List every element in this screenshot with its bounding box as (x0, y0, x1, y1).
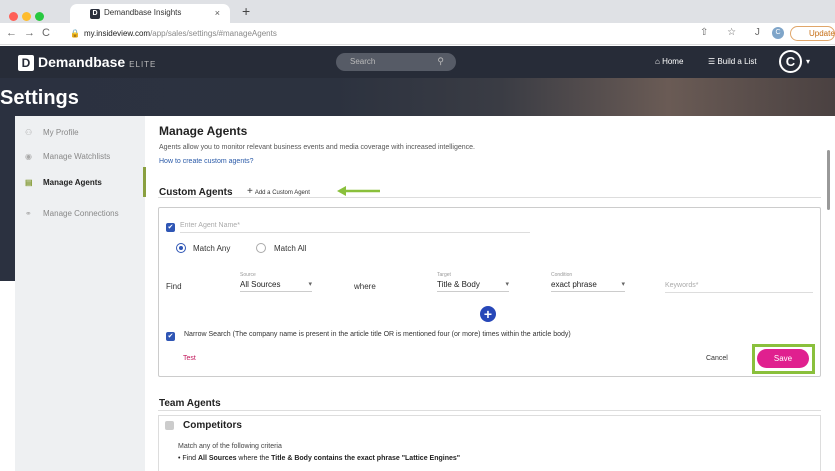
scrollbar[interactable] (827, 150, 830, 210)
match-any-radio[interactable] (176, 243, 186, 253)
bullet: • (178, 455, 181, 462)
agents-icon: ▤ (25, 178, 33, 187)
team-agent-name: Competitors (183, 420, 242, 431)
condition-label: Condition (551, 272, 573, 278)
cancel-button[interactable]: Cancel (706, 355, 728, 362)
chevron-down-icon[interactable]: ▾ (806, 57, 810, 66)
new-tab-icon[interactable]: + (242, 3, 250, 19)
logo-mark-icon: D (18, 55, 34, 71)
condition-select[interactable]: exact phrase ▾ (551, 280, 625, 292)
user-avatar[interactable]: C (779, 50, 802, 73)
green-arrow-icon (337, 186, 380, 196)
add-criteria-button[interactable]: + (480, 306, 496, 322)
sidebar-item-manage-connections[interactable]: ⚭ Manage Connections (25, 209, 119, 218)
close-window-dot[interactable] (9, 12, 18, 21)
browser-profile-icon[interactable]: C (772, 27, 784, 39)
logo-text: Demandbase (38, 54, 126, 70)
howto-link[interactable]: How to create custom agents? (159, 158, 254, 165)
search-placeholder: Search (350, 57, 376, 66)
url-domain: my.insideview.com (83, 29, 151, 38)
agent-name-input[interactable]: Enter Agent Name* (180, 222, 530, 233)
demandbase-favicon-icon: D (90, 9, 100, 19)
add-custom-agent-button[interactable]: + Add a Custom Agent (247, 186, 310, 197)
narrow-search-label: Narrow Search (The company name is prese… (184, 331, 571, 338)
source-select[interactable]: All Sources ▾ (240, 280, 312, 292)
find-label: Find (166, 282, 182, 291)
criteria-intro: Match any of the following criteria (178, 443, 282, 450)
match-any-label: Match Any (193, 244, 231, 253)
list-icon: ☰ (708, 57, 716, 66)
browser-tab-bar: D Demandbase Insights × + (0, 0, 835, 23)
forward-icon[interactable]: → (24, 27, 35, 39)
agent-enabled-checkbox[interactable]: ✔ (166, 223, 175, 232)
home-icon: ⌂ (655, 57, 660, 66)
target-select[interactable]: Title & Body ▾ (437, 280, 509, 292)
match-all-radio[interactable] (256, 243, 266, 253)
target-label: Target (437, 272, 451, 278)
page-title: Settings (0, 87, 79, 109)
demandbase-logo[interactable]: D Demandbase ELITE (18, 54, 156, 71)
home-link[interactable]: ⌂ Home (655, 57, 683, 66)
user-gear-icon: ⚇ (25, 128, 33, 137)
sidebar-item-manage-agents[interactable]: ▤ Manage Agents (25, 178, 102, 187)
sidebar-item-my-profile[interactable]: ⚇ My Profile (25, 128, 79, 137)
back-icon[interactable]: ← (6, 27, 17, 39)
divider (158, 410, 821, 411)
logo-edition: ELITE (129, 60, 157, 69)
match-all-label: Match All (274, 244, 307, 253)
chevron-down-icon: ▾ (621, 281, 625, 288)
connections-icon: ⚭ (25, 209, 32, 218)
update-button[interactable]: Update (790, 26, 835, 41)
browser-tab[interactable]: D Demandbase Insights × (70, 4, 230, 23)
source-label: Source (240, 272, 256, 278)
reload-icon[interactable]: C (42, 27, 50, 39)
criteria-rule: • Find All Sources where the Title & Bod… (178, 455, 461, 462)
team-agent-checkbox[interactable] (165, 421, 174, 430)
section-description: Agents allow you to monitor relevant bus… (159, 144, 475, 151)
search-icon: ⚲ (437, 56, 444, 66)
maximize-window-dot[interactable] (35, 12, 44, 21)
section-title: Manage Agents (159, 124, 248, 138)
chevron-down-icon: ▾ (505, 281, 509, 288)
active-indicator (143, 167, 146, 197)
close-tab-icon[interactable]: × (215, 8, 220, 18)
settings-sidebar: ⚇ My Profile ◉ Manage Watchlists ▤ Manage A… (15, 116, 145, 471)
address-bar: ← → C 🔒 my.insideview.com/app/sales/setti… (0, 23, 835, 45)
chevron-down-icon: ▾ (308, 281, 312, 288)
minimize-window-dot[interactable] (22, 12, 31, 21)
sidebar-item-manage-watchlists[interactable]: ◉ Manage Watchlists (25, 152, 110, 161)
divider (158, 197, 821, 198)
search-input[interactable]: Search ⚲ (336, 53, 456, 71)
plus-icon: + (247, 186, 253, 197)
url-path: /app/sales/settings/#manageAgents (150, 29, 277, 38)
tab-title: Demandbase Insights (104, 8, 182, 17)
keywords-input[interactable]: Keywords* (665, 282, 813, 293)
test-button[interactable]: Test (183, 355, 196, 362)
eye-icon: ◉ (25, 152, 32, 161)
where-label: where (354, 282, 376, 291)
url-field[interactable]: 🔒 my.insideview.com/app/sales/settings/#m… (70, 29, 277, 38)
lock-icon: 🔒 (70, 29, 80, 38)
top-navigation: D Demandbase ELITE Search ⚲ ⌂ Home ☰ Build… (0, 46, 835, 78)
save-button[interactable]: Save (757, 349, 809, 368)
team-agents-title: Team Agents (159, 398, 221, 409)
build-a-list-link[interactable]: ☰ Build a List (708, 57, 757, 66)
narrow-search-checkbox[interactable]: ✔ (166, 332, 175, 341)
